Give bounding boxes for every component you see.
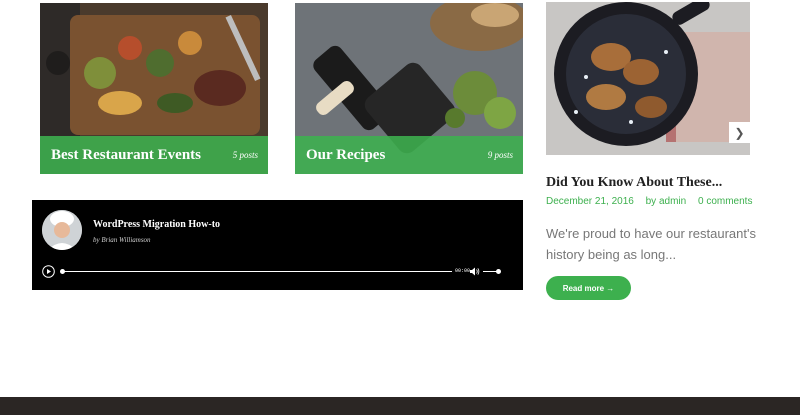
post-featured-image[interactable]	[546, 2, 750, 155]
post-comments[interactable]: 0 comments	[698, 196, 752, 207]
audio-player: WordPress Migration How-to by Brian Will…	[32, 200, 523, 290]
track-title: WordPress Migration How-to	[93, 219, 221, 230]
progress-slider[interactable]	[60, 269, 452, 274]
post-excerpt: We're proud to have our restaurant's his…	[546, 226, 756, 262]
post-date[interactable]: December 21, 2016	[546, 196, 634, 207]
category-title[interactable]: Best Restaurant Events	[51, 147, 201, 164]
volume-icon[interactable]	[469, 266, 480, 277]
chevron-right-icon: ❯	[734, 125, 745, 140]
current-time: 00:00	[455, 268, 471, 274]
volume-knob[interactable]	[496, 269, 501, 274]
post-meta: December 21, 2016 by admin 0 comments	[546, 196, 761, 207]
read-more-button[interactable]: Read more →	[546, 276, 631, 300]
category-post-count: 5 posts	[232, 150, 258, 160]
category-title[interactable]: Our Recipes	[306, 147, 385, 164]
category-bar: Best Restaurant Events 5 posts	[40, 136, 268, 174]
footer-strip	[0, 397, 800, 415]
next-slide-button[interactable]: ❯	[729, 122, 750, 143]
category-card-restaurant-events[interactable]: Best Restaurant Events 5 posts	[40, 3, 268, 174]
post-title[interactable]: Did You Know About These...	[546, 175, 722, 191]
progress-knob[interactable]	[60, 269, 65, 274]
volume-slider[interactable]	[483, 269, 501, 274]
track-author: by Brian Williamson	[93, 236, 151, 244]
category-card-recipes[interactable]: Our Recipes 9 posts	[295, 3, 523, 174]
category-bar: Our Recipes 9 posts	[295, 136, 523, 174]
play-icon[interactable]	[42, 265, 55, 278]
category-post-count: 9 posts	[487, 150, 513, 160]
post-author[interactable]: by admin	[646, 196, 687, 207]
author-avatar	[42, 210, 82, 250]
